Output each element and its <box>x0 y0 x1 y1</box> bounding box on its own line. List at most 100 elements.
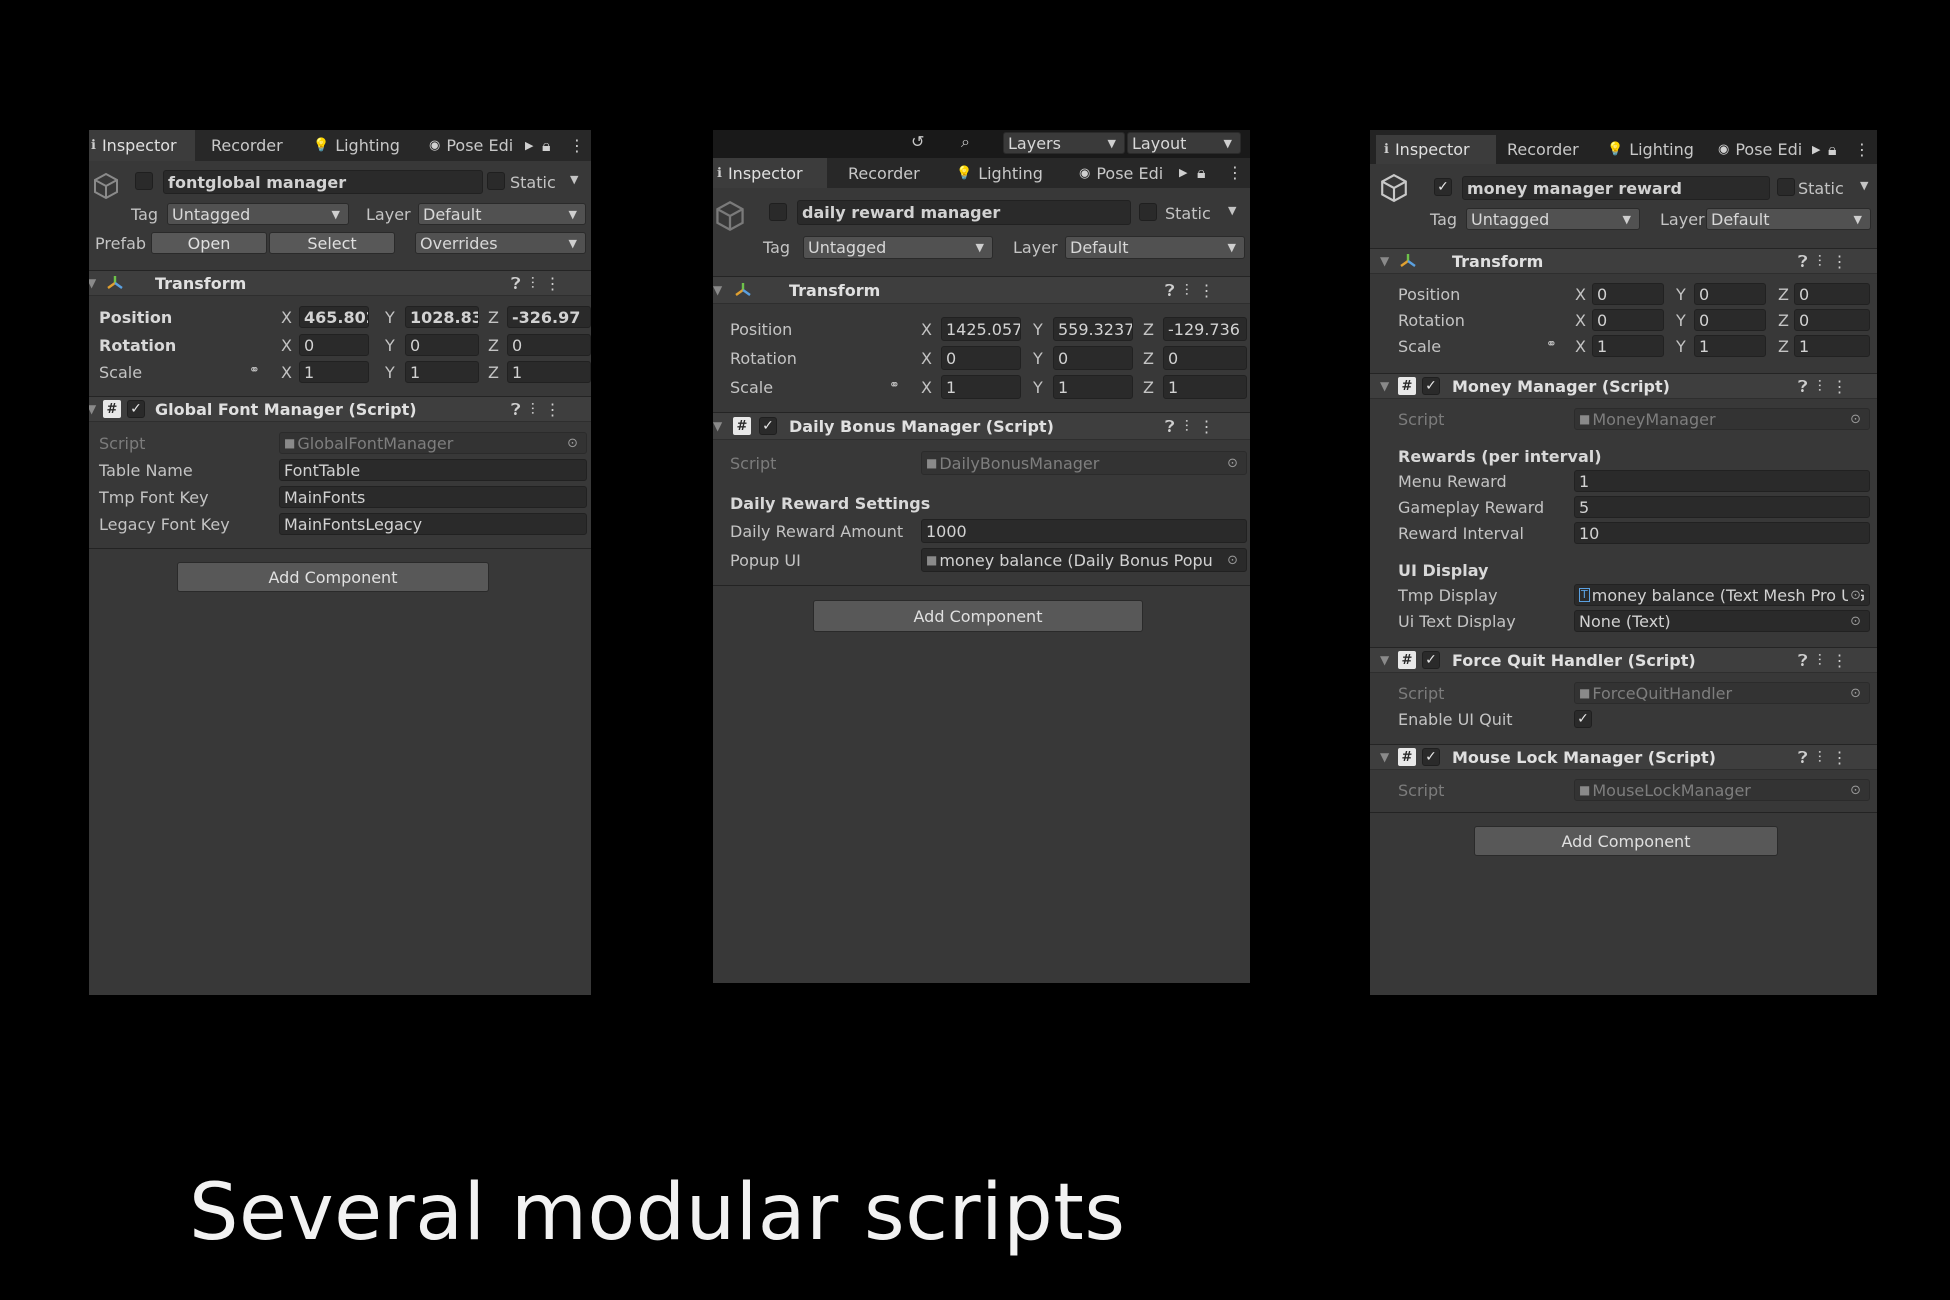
help-icon[interactable]: ❓︎ <box>1798 252 1818 271</box>
tab-recorder[interactable]: Recorder <box>211 130 283 161</box>
scale-z-field[interactable]: 1 <box>1163 375 1247 399</box>
script-field[interactable]: ■ DailyBonusManager ⊙ <box>921 451 1247 475</box>
tab-pose-editor[interactable]: ◉ Pose Edi <box>1079 158 1163 188</box>
kebab-icon[interactable]: ⋮ <box>1832 252 1858 271</box>
rotation-y-field[interactable]: 0 <box>1053 346 1133 370</box>
foldout-arrow-icon[interactable]: ▼ <box>1380 750 1389 764</box>
link-scale-icon[interactable]: ⚭ <box>249 363 260 378</box>
link-scale-icon[interactable]: ⚭ <box>1546 337 1557 352</box>
rotation-z-field[interactable]: 0 <box>1163 346 1247 370</box>
foldout-arrow-icon[interactable]: ▼ <box>713 419 722 433</box>
component-header-icons[interactable]: ❓︎⫶⋮ <box>1798 252 1858 272</box>
tag-dropdown[interactable]: Untagged ▼ <box>167 203 349 225</box>
scale-z-field[interactable]: 1 <box>1794 335 1870 357</box>
rotation-x-field[interactable]: 0 <box>1592 309 1664 331</box>
enable-ui-quit-checkbox[interactable]: ✓ <box>1574 710 1592 728</box>
active-checkbox[interactable] <box>135 172 153 190</box>
foldout-arrow-icon[interactable]: ▼ <box>1380 254 1389 268</box>
help-icon[interactable]: ❓︎ <box>1165 281 1185 300</box>
script-field[interactable]: ■ ForceQuitHandler ⊙ <box>1574 682 1870 704</box>
kebab-icon[interactable]: ⋮ <box>1832 377 1858 396</box>
transform-header[interactable]: ▼ Transform ❓︎⫶⋮ <box>1370 248 1877 274</box>
scale-x-field[interactable]: 1 <box>1592 335 1664 357</box>
foldout-arrow-icon[interactable]: ▼ <box>89 402 96 416</box>
layers-dropdown[interactable]: Layers ▼ <box>1003 132 1125 154</box>
component-header[interactable]: ▼ # ✓ Daily Bonus Manager (Script) ❓︎⫶⋮ <box>713 412 1250 440</box>
add-component-button[interactable]: Add Component <box>177 562 489 592</box>
tab-overflow-icon[interactable]: ▶ <box>1812 135 1820 164</box>
foldout-arrow-icon[interactable]: ▼ <box>713 283 722 297</box>
rotation-x-field[interactable]: 0 <box>941 346 1021 370</box>
rotation-y-field[interactable]: 0 <box>405 334 479 356</box>
scale-y-field[interactable]: 1 <box>1694 335 1766 357</box>
component-enabled-checkbox[interactable]: ✓ <box>127 400 145 418</box>
tab-inspector[interactable]: ℹ Inspector <box>1376 135 1496 164</box>
object-name-field[interactable]: money manager reward <box>1462 176 1770 200</box>
help-icon[interactable]: ❓︎ <box>1165 417 1185 436</box>
help-icon[interactable]: ❓︎ <box>511 400 531 419</box>
kebab-icon[interactable]: ⋮ <box>1832 748 1858 767</box>
help-icon[interactable]: ❓︎ <box>1798 651 1818 670</box>
history-icon[interactable]: ↺ <box>911 132 924 151</box>
prefab-select-button[interactable]: Select <box>269 232 395 254</box>
object-name-field[interactable]: daily reward manager <box>797 200 1131 225</box>
target-icon[interactable]: ⊙ <box>1850 412 1861 427</box>
component-header-icons[interactable]: ❓︎⫶⋮ <box>1165 281 1225 301</box>
component-header-icons[interactable]: ❓︎⫶⋮ <box>511 400 571 420</box>
tab-lighting[interactable]: 💡 Lighting <box>956 158 1043 188</box>
target-icon[interactable]: ⊙ <box>1227 456 1238 471</box>
menu-reward-field[interactable]: 1 <box>1574 470 1870 492</box>
component-enabled-checkbox[interactable]: ✓ <box>1422 651 1440 669</box>
kebab-icon[interactable]: ⋮ <box>1227 158 1243 188</box>
component-header-icons[interactable]: ❓︎⫶⋮ <box>1798 377 1858 397</box>
link-scale-icon[interactable]: ⚭ <box>889 378 900 393</box>
script-field[interactable]: ■ GlobalFontManager ⊙ <box>279 432 587 454</box>
presets-icon[interactable]: ⫶ <box>1818 252 1832 271</box>
tab-overflow-icon[interactable]: ▶ <box>525 130 533 161</box>
transform-header[interactable]: ▼ Transform ❓︎⫶⋮ <box>713 276 1250 304</box>
static-dropdown-arrow[interactable]: ▼ <box>1228 204 1236 217</box>
target-icon[interactable]: ⊙ <box>1850 783 1861 798</box>
legacy-font-key-field[interactable]: MainFontsLegacy <box>279 513 587 535</box>
target-icon[interactable]: ⊙ <box>1848 587 1861 603</box>
target-icon[interactable]: ⊙ <box>1850 614 1861 629</box>
scale-y-field[interactable]: 1 <box>1053 375 1133 399</box>
presets-icon[interactable]: ⫶ <box>531 400 545 419</box>
presets-icon[interactable]: ⫶ <box>1818 651 1832 670</box>
daily-reward-amount-field[interactable]: 1000 <box>921 519 1247 543</box>
component-header-icons[interactable]: ❓︎⫶⋮ <box>1798 651 1858 671</box>
tab-lighting[interactable]: 💡 Lighting <box>1607 135 1694 164</box>
component-header[interactable]: ▼ # ✓ Force Quit Handler (Script) ❓︎⫶⋮ <box>1370 647 1877 673</box>
kebab-icon[interactable]: ⋮ <box>545 400 571 419</box>
table-name-field[interactable]: FontTable <box>279 459 587 481</box>
component-enabled-checkbox[interactable]: ✓ <box>759 417 777 435</box>
position-x-field[interactable]: 1425.057 <box>941 317 1021 341</box>
prefab-overrides-dropdown[interactable]: Overrides ▼ <box>415 232 586 254</box>
add-component-button[interactable]: Add Component <box>813 600 1143 632</box>
active-checkbox[interactable]: ✓ <box>1434 178 1452 196</box>
component-header-icons[interactable]: ❓︎⫶⋮ <box>511 274 571 294</box>
position-y-field[interactable]: 1028.83 <box>405 306 479 328</box>
foldout-arrow-icon[interactable]: ▼ <box>1380 653 1389 667</box>
scale-y-field[interactable]: 1 <box>405 361 479 383</box>
static-checkbox[interactable] <box>1777 178 1795 196</box>
tmp-font-key-field[interactable]: MainFonts <box>279 486 587 508</box>
help-icon[interactable]: ❓︎ <box>1798 748 1818 767</box>
static-checkbox[interactable] <box>1139 203 1157 221</box>
kebab-icon[interactable]: ⋮ <box>569 130 585 161</box>
rotation-z-field[interactable]: 0 <box>507 334 591 356</box>
tab-lighting[interactable]: 💡 Lighting <box>313 130 400 161</box>
scale-x-field[interactable]: 1 <box>941 375 1021 399</box>
transform-header[interactable]: ▼ Transform ❓︎⫶⋮ <box>89 270 591 296</box>
script-field[interactable]: ■ MoneyManager ⊙ <box>1574 408 1870 430</box>
tab-pose-editor[interactable]: ◉ Pose Edi <box>1718 135 1802 164</box>
tmp-display-field[interactable]: Tmoney balance (Text Mesh Pro UG ⊙ <box>1574 584 1870 606</box>
kebab-icon[interactable]: ⋮ <box>1199 417 1225 436</box>
kebab-icon[interactable]: ⋮ <box>1832 651 1858 670</box>
foldout-arrow-icon[interactable]: ▼ <box>1380 379 1389 393</box>
foldout-arrow-icon[interactable]: ▼ <box>89 276 96 290</box>
presets-icon[interactable]: ⫶ <box>1818 748 1832 767</box>
lock-icon[interactable]: 🔒︎ <box>1197 158 1206 188</box>
tag-dropdown[interactable]: Untagged ▼ <box>803 236 993 259</box>
tab-inspector[interactable]: ℹ Inspector <box>713 158 827 188</box>
